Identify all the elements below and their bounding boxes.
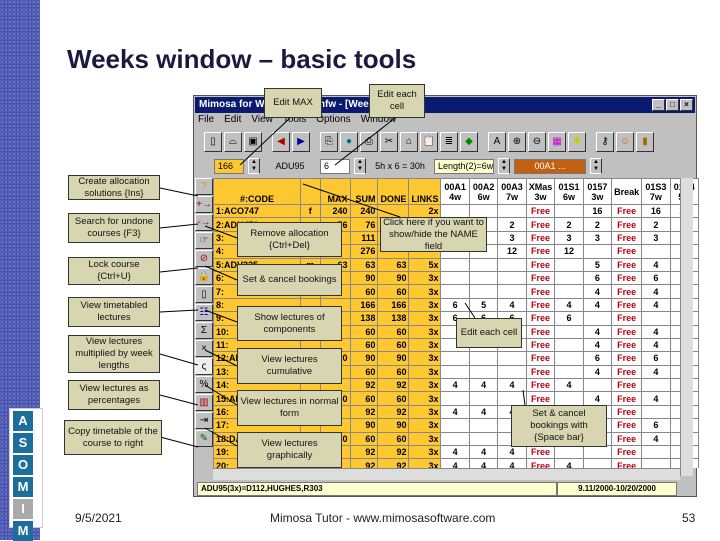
callout-search-undone: Search for undone courses {F3}	[68, 213, 160, 243]
callout-lock-course: Lock course {Ctrl+U}	[68, 257, 160, 285]
callout-remove-allocation: Remove allocation {Ctrl+Del}	[237, 222, 342, 257]
callout-graphically: View lectures graphically	[237, 432, 342, 468]
callout-set-cancel: Set & cancel bookings	[237, 264, 342, 296]
callout-percentages: View lectures as percentages	[68, 380, 160, 410]
callout-components: Show lectures of components	[237, 306, 342, 341]
callout-edit-cell-top: Edit each cell	[369, 84, 425, 118]
callout-space-bar: Set & cancel bookings with {Space bar}	[511, 405, 607, 447]
callout-cumulative: View lectures cumulative	[237, 348, 342, 384]
callout-multiplied: View lectures multiplied by week lengths	[68, 335, 160, 373]
callout-normal-form: View lectures in normal form	[237, 390, 342, 426]
callout-show-hide-name: Click here if you want to show/hide the …	[380, 217, 487, 252]
callout-copy-right: Copy timetable of the course to right	[64, 420, 162, 455]
callout-edit-max: Edit MAX	[264, 88, 322, 118]
callout-timetabled: View timetabled lectures	[68, 297, 160, 327]
callout-create-allocation: Create allocation solutions {Ins}	[68, 175, 160, 200]
callout-edit-cell: Edit each cell	[456, 318, 522, 348]
